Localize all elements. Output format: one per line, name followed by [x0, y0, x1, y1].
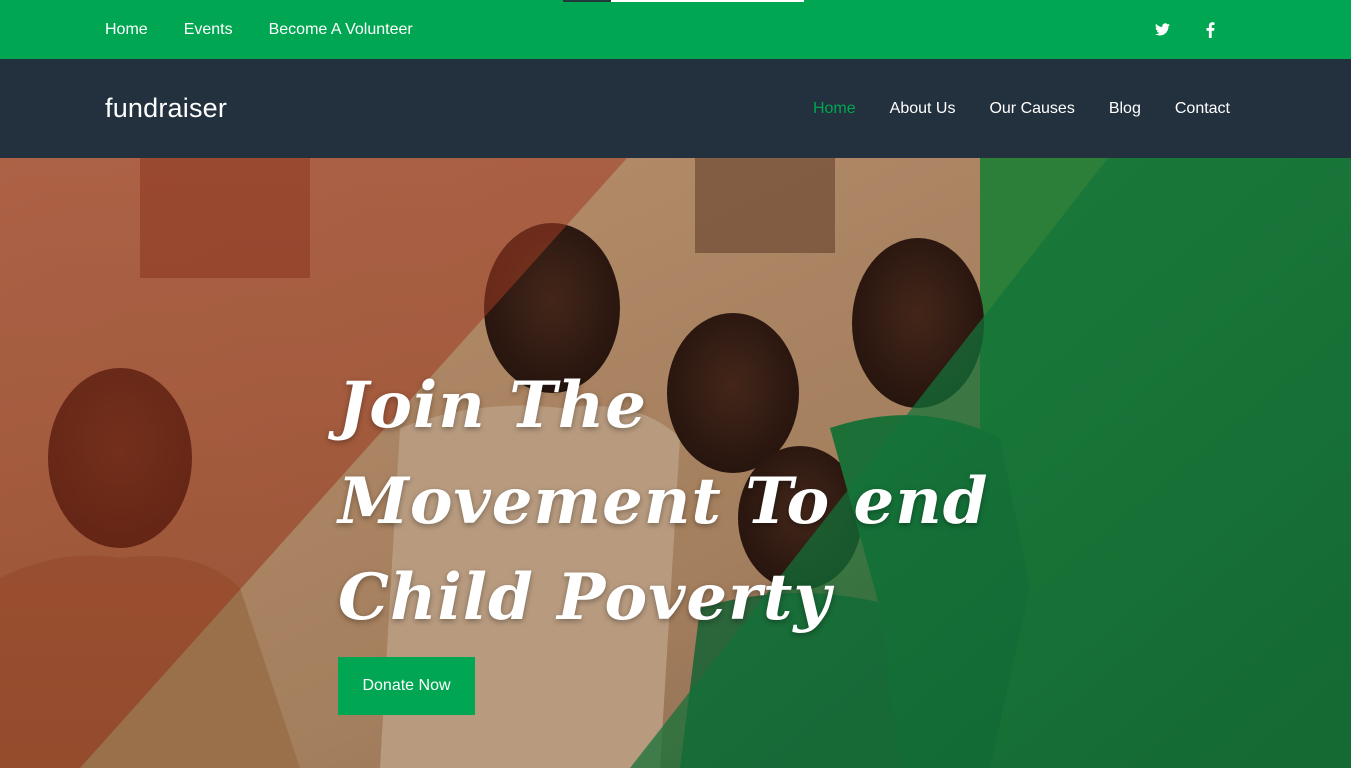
- brand-logo[interactable]: fundraiser: [105, 59, 227, 158]
- hero-title-line-3: Child Poverty: [338, 560, 832, 635]
- donate-now-button[interactable]: Donate Now: [338, 657, 475, 715]
- hero-section: Join The Movement To end Child Poverty D…: [0, 158, 1351, 768]
- facebook-icon[interactable]: [1201, 21, 1219, 39]
- hero-title: Join The Movement To end Child Poverty: [338, 358, 1038, 646]
- main-header: fundraiser Home About Us Our Causes Blog…: [0, 59, 1351, 158]
- hero-title-line-1: Join The: [338, 368, 647, 443]
- hero-title-line-2: Movement To end: [338, 464, 989, 539]
- top-nav-home[interactable]: Home: [105, 21, 148, 39]
- top-nav: Home Events Become A Volunteer: [105, 0, 449, 59]
- main-nav: Home About Us Our Causes Blog Contact: [779, 59, 1230, 158]
- top-nav-volunteer[interactable]: Become A Volunteer: [269, 21, 413, 39]
- nav-our-causes[interactable]: Our Causes: [989, 100, 1074, 118]
- page-loading-bar: [563, 0, 804, 2]
- nav-contact[interactable]: Contact: [1175, 100, 1230, 118]
- nav-blog[interactable]: Blog: [1109, 100, 1141, 118]
- top-bar: Home Events Become A Volunteer: [0, 0, 1351, 59]
- nav-about-us[interactable]: About Us: [890, 100, 956, 118]
- social-links: [1123, 0, 1219, 59]
- top-nav-events[interactable]: Events: [184, 21, 233, 39]
- nav-home[interactable]: Home: [813, 100, 856, 118]
- twitter-icon[interactable]: [1153, 21, 1171, 39]
